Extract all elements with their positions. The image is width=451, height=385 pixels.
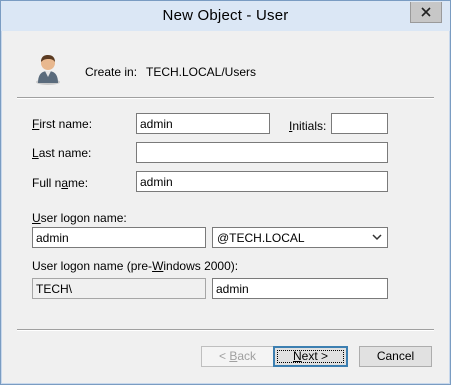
dialog-body: Create in: TECH.LOCAL/Users First name: … bbox=[9, 31, 442, 376]
pre2000-domain-field bbox=[32, 278, 206, 299]
initials-input[interactable] bbox=[331, 113, 388, 134]
user-icon bbox=[36, 55, 60, 85]
full-name-label: Full name: bbox=[32, 176, 89, 190]
upn-suffix-select[interactable]: @TECH.LOCAL bbox=[212, 227, 388, 248]
last-name-label: Last name: bbox=[32, 146, 92, 160]
cancel-button[interactable]: Cancel bbox=[359, 346, 432, 367]
chevron-down-icon bbox=[372, 234, 382, 241]
next-button[interactable]: Next > bbox=[273, 346, 348, 367]
close-button[interactable] bbox=[410, 2, 442, 23]
header-separator bbox=[17, 97, 434, 99]
close-icon bbox=[421, 7, 431, 17]
back-button[interactable]: < Back bbox=[201, 346, 274, 367]
create-in-value: TECH.LOCAL/Users bbox=[146, 65, 257, 79]
pre2000-logon-label: User logon name (pre-Windows 2000): bbox=[32, 259, 239, 273]
new-object-user-dialog: New Object - User Create in: TECH.LOCAL/… bbox=[0, 0, 451, 385]
footer-separator bbox=[17, 329, 434, 331]
upn-suffix-value: @TECH.LOCAL bbox=[217, 231, 305, 245]
create-in-label: Create in: bbox=[85, 65, 138, 79]
title-bar[interactable]: New Object - User bbox=[1, 1, 450, 31]
first-name-input[interactable] bbox=[136, 113, 270, 134]
first-name-label: First name: bbox=[32, 117, 93, 131]
initials-label: Initials: bbox=[289, 119, 327, 133]
full-name-input[interactable] bbox=[136, 171, 388, 192]
last-name-input[interactable] bbox=[136, 142, 388, 163]
focus-ring bbox=[277, 350, 344, 363]
logon-name-input[interactable] bbox=[32, 227, 206, 248]
logon-name-label: User logon name: bbox=[32, 211, 127, 225]
window-title: New Object - User bbox=[162, 7, 289, 24]
pre2000-logon-input[interactable] bbox=[212, 278, 388, 299]
